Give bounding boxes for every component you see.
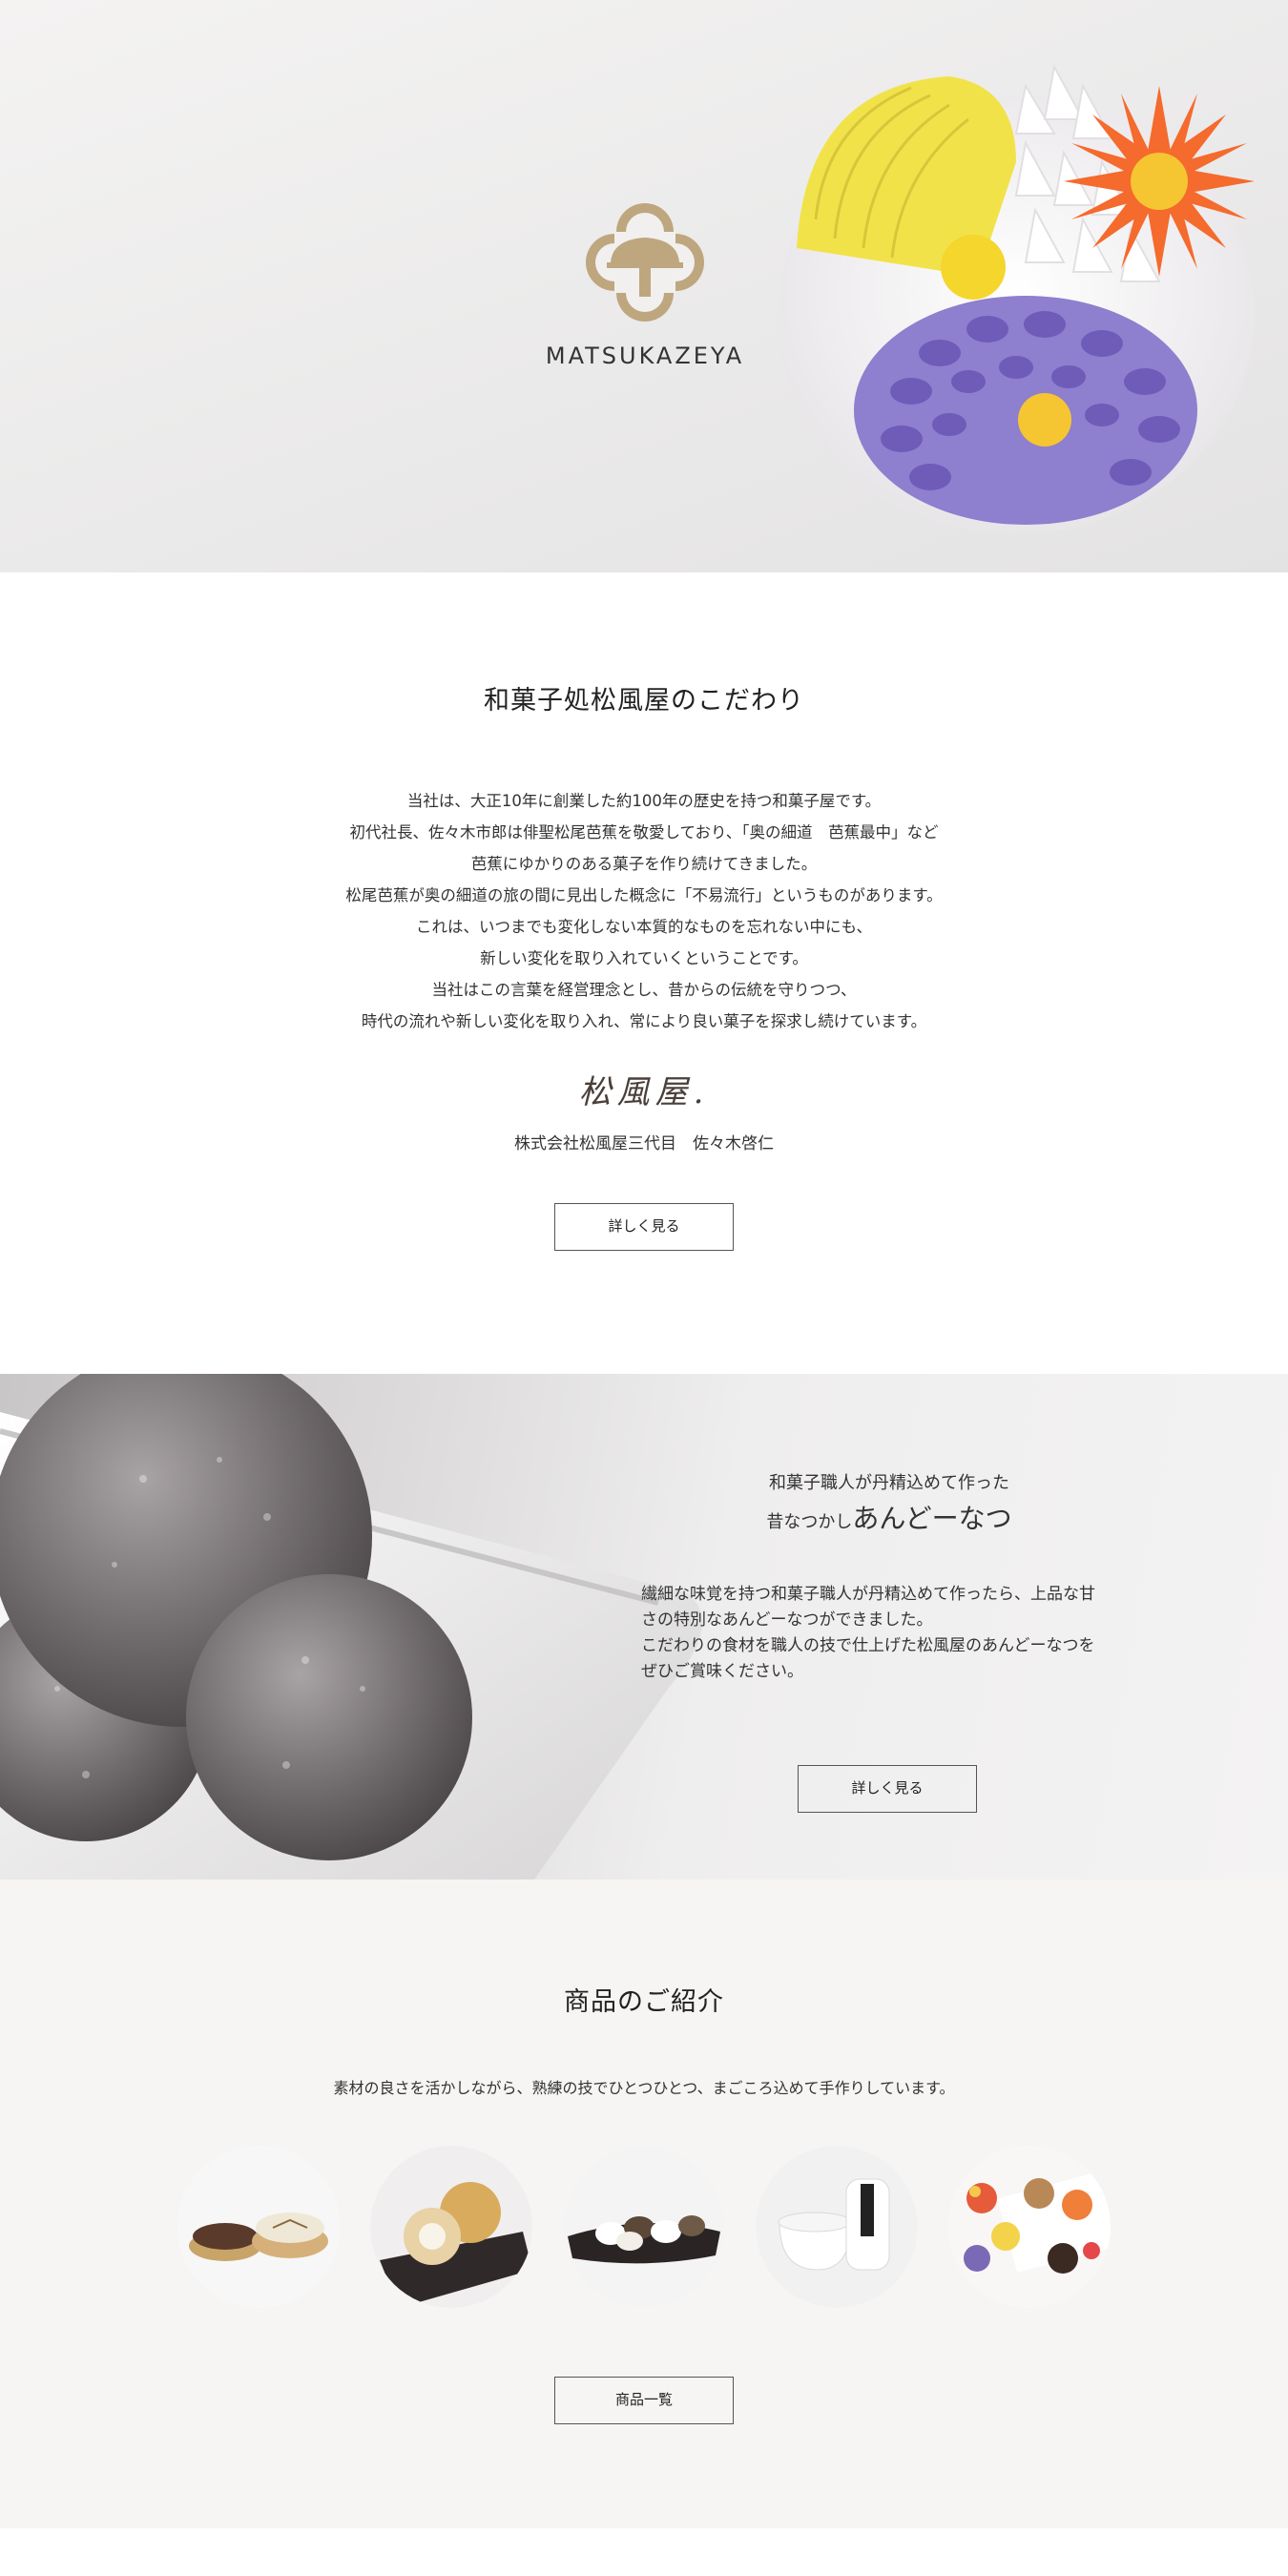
- paragraph-line: 当社はこの言葉を経営理念とし、昔からの伝統を守りつつ、: [431, 981, 857, 999]
- products-title: 商品のご紹介: [564, 1987, 724, 2017]
- product-thumbnails: [0, 2146, 1288, 2308]
- pine-crest-icon: [586, 203, 704, 322]
- donut-section: 和菓子職人が丹精込めて作った 昔なつかしあんどーなつ 繊細な味覚を持つ和菓子職人…: [0, 1374, 1288, 1880]
- brand-logo[interactable]: MATSUKAZEYA: [540, 196, 750, 369]
- paragraph-line: 新しい変化を取り入れていくということです。: [480, 949, 808, 967]
- paragraph-line: 初代社長、佐々木市郎は俳聖松尾芭蕉を敬愛しており、「奥の細道 芭蕉最中」など: [349, 823, 939, 841]
- kodawari-paragraph: 当社は、大正10年に創業した約100年の歴史を持つ和菓子屋です。 初代社長、佐々…: [0, 785, 1288, 1037]
- paragraph-line: 松尾芭蕉が奥の細道の旅の間に見出した概念に「不易流行」というものがあります。: [345, 886, 943, 904]
- pudding-image[interactable]: [756, 2146, 918, 2308]
- hero-section: MATSUKAZEYA: [0, 0, 1288, 572]
- footer-strip: [0, 2528, 1288, 2557]
- namagashi-image[interactable]: [948, 2146, 1111, 2308]
- product-list-button[interactable]: 商品一覧: [554, 2377, 734, 2424]
- products-lead: 素材の良さを活かしながら、熟練の技でひとつひとつ、まごころ込めて手作りしています…: [333, 2079, 955, 2097]
- donut-heading-prefix: 昔なつかし: [766, 1512, 853, 1532]
- donut-body-line: 繊細な味覚を持つ和菓子職人が丹精込めて作ったら、上品な甘: [641, 1585, 1095, 1604]
- donut-heading: 昔なつかしあんどーなつ: [641, 1498, 1137, 1536]
- daifuku-image[interactable]: [563, 2146, 725, 2308]
- donut-body-line: ぜひご賞味ください。: [641, 1662, 803, 1681]
- paragraph-line: 当社は、大正10年に創業した約100年の歴史を持つ和菓子屋です。: [406, 792, 882, 810]
- donut-subtitle: 和菓子職人が丹精込めて作った: [769, 1473, 1009, 1493]
- signature: 松風屋.: [578, 1073, 710, 1111]
- brand-name: MATSUKAZEYA: [545, 343, 745, 369]
- paragraph-line: これは、いつまでも変化しない本質的なものを忘れない中にも、: [415, 918, 872, 936]
- kodawari-title: 和菓子処松風屋のこだわり: [484, 686, 804, 716]
- donut-body-line: さの特別なあんどーなつができました。: [641, 1610, 933, 1630]
- paragraph-line: 時代の流れや新しい変化を取り入れ、常により良い菓子を探求し続けています。: [361, 1012, 927, 1030]
- kodawari-section: 和菓子処松風屋のこだわり 当社は、大正10年に創業した約100年の歴史を持つ和菓…: [0, 572, 1288, 1374]
- signer-name: 株式会社松風屋三代目 佐々木啓仁: [514, 1134, 774, 1153]
- donut-more-button[interactable]: 詳しく見る: [798, 1765, 977, 1813]
- donut-heading-main: あんどーなつ: [852, 1503, 1012, 1534]
- donut-body-line: こだわりの食材を職人の技で仕上げた松風屋のあんどーなつを: [641, 1636, 1095, 1655]
- mochi-image[interactable]: [370, 2146, 532, 2308]
- donut-body: 繊細な味覚を持つ和菓子職人が丹精込めて作ったら、上品な甘 さの特別なあんどーなつ…: [641, 1582, 1137, 1685]
- andonut-image: [0, 1374, 702, 1880]
- monaka-image[interactable]: [177, 2146, 340, 2308]
- paragraph-line: 芭蕉にゆかりのある菓子を作り続けてきました。: [470, 855, 818, 873]
- kodawari-more-button[interactable]: 詳しく見る: [554, 1203, 734, 1251]
- donut-text: 和菓子職人が丹精込めて作った 昔なつかしあんどーなつ 繊細な味覚を持つ和菓子職人…: [641, 1469, 1137, 1813]
- products-section: 商品のご紹介 素材の良さを活かしながら、熟練の技でひとつひとつ、まごころ込めて手…: [0, 1880, 1288, 2528]
- hero-wagashi-image: [778, 64, 1255, 534]
